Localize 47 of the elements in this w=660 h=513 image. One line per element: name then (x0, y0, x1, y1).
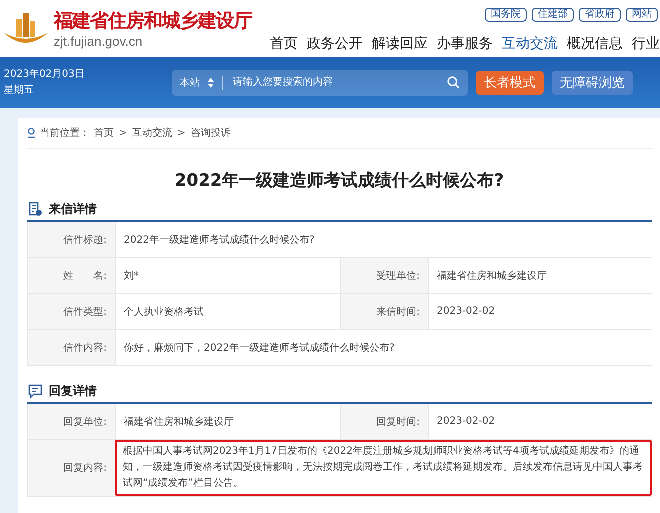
date-text: 2023年02月03日 (4, 68, 86, 82)
breadcrumb-separator: > (177, 128, 186, 138)
field-label: 回复时间: (340, 404, 428, 439)
top-link[interactable]: 国务院 (485, 8, 527, 22)
search-field[interactable]: 本站 请输入您要搜索的内容 (172, 70, 468, 96)
field-value: 2022年一级建造师考试成绩什么时候公布? (115, 222, 652, 257)
breadcrumb-label: 当前位置： (40, 126, 90, 140)
nav-item[interactable]: 解读回应 (372, 35, 428, 53)
field-value: 你好，麻烦问下，2022年一级建造师考试成绩什么时候公布? (115, 330, 652, 365)
site-name: 福建省住房和城乡建设厅 (54, 9, 252, 34)
nav-item[interactable]: 行业 (632, 35, 660, 53)
section-heading: 回复详情 (49, 382, 97, 400)
mode-button[interactable]: 无障碍浏览 (552, 70, 633, 94)
top-link[interactable]: 省政府 (579, 8, 621, 22)
nav-item[interactable]: 概况信息 (567, 35, 623, 53)
page-title: 2022年一级建造师考试成绩什么时候公布? (174, 170, 506, 192)
field-value: 2023-02-02 (428, 294, 652, 329)
field-value: 根据中国人事考试网2023年1月17日发布的《2022年度注册城乡规划师职业资格考试等4项考试成绩延期发布》的通知，一级建造师资格考试因受疫情影响，无法按期完成阅卷工作，考试成绩将延期发布。后续发布信息请见中国人事考试网“成绩发布”栏目公告。 (115, 440, 652, 496)
section-heading: 来信详情 (49, 200, 97, 218)
field-label: 回复内容: (27, 440, 115, 496)
nav-item[interactable]: 政务公开 (307, 35, 363, 53)
breadcrumb-link[interactable]: 咨询投诉 (190, 126, 231, 140)
search-icon[interactable] (447, 76, 460, 89)
nav-item[interactable]: 首页 (270, 35, 298, 53)
breadcrumb-link[interactable]: 互动交流 (132, 126, 172, 140)
field-label: 信件标题: (27, 222, 115, 257)
site-domain: zjt.fujian.gov.cn (54, 34, 144, 49)
top-link[interactable]: 住建部 (532, 8, 574, 22)
up-down-arrows-icon (208, 78, 214, 88)
field-label: 来信时间: (340, 294, 428, 329)
field-label: 受理单位: (340, 258, 428, 293)
field-value: 福建省住房和城乡建设厅 (428, 258, 652, 293)
location-icon (27, 128, 36, 138)
nav-item[interactable]: 办事服务 (437, 35, 493, 53)
breadcrumb-link[interactable]: 首页 (94, 126, 114, 140)
field-label: 姓 名: (27, 258, 115, 293)
scope-select[interactable]: 本站 (180, 76, 200, 90)
field-label: 信件类型: (27, 294, 115, 329)
breadcrumb-separator: > (119, 128, 128, 138)
field-label: 信件内容: (27, 330, 115, 365)
field-label: 回复单位: (27, 404, 115, 439)
top-link[interactable]: 网站 (626, 8, 658, 22)
weekday-text: 星期五 (4, 84, 35, 98)
field-value: 2023-02-02 (428, 404, 652, 439)
nav-item[interactable]: 互动交流 (502, 35, 558, 53)
document-icon (28, 202, 43, 216)
chat-bubble-icon (28, 384, 43, 398)
